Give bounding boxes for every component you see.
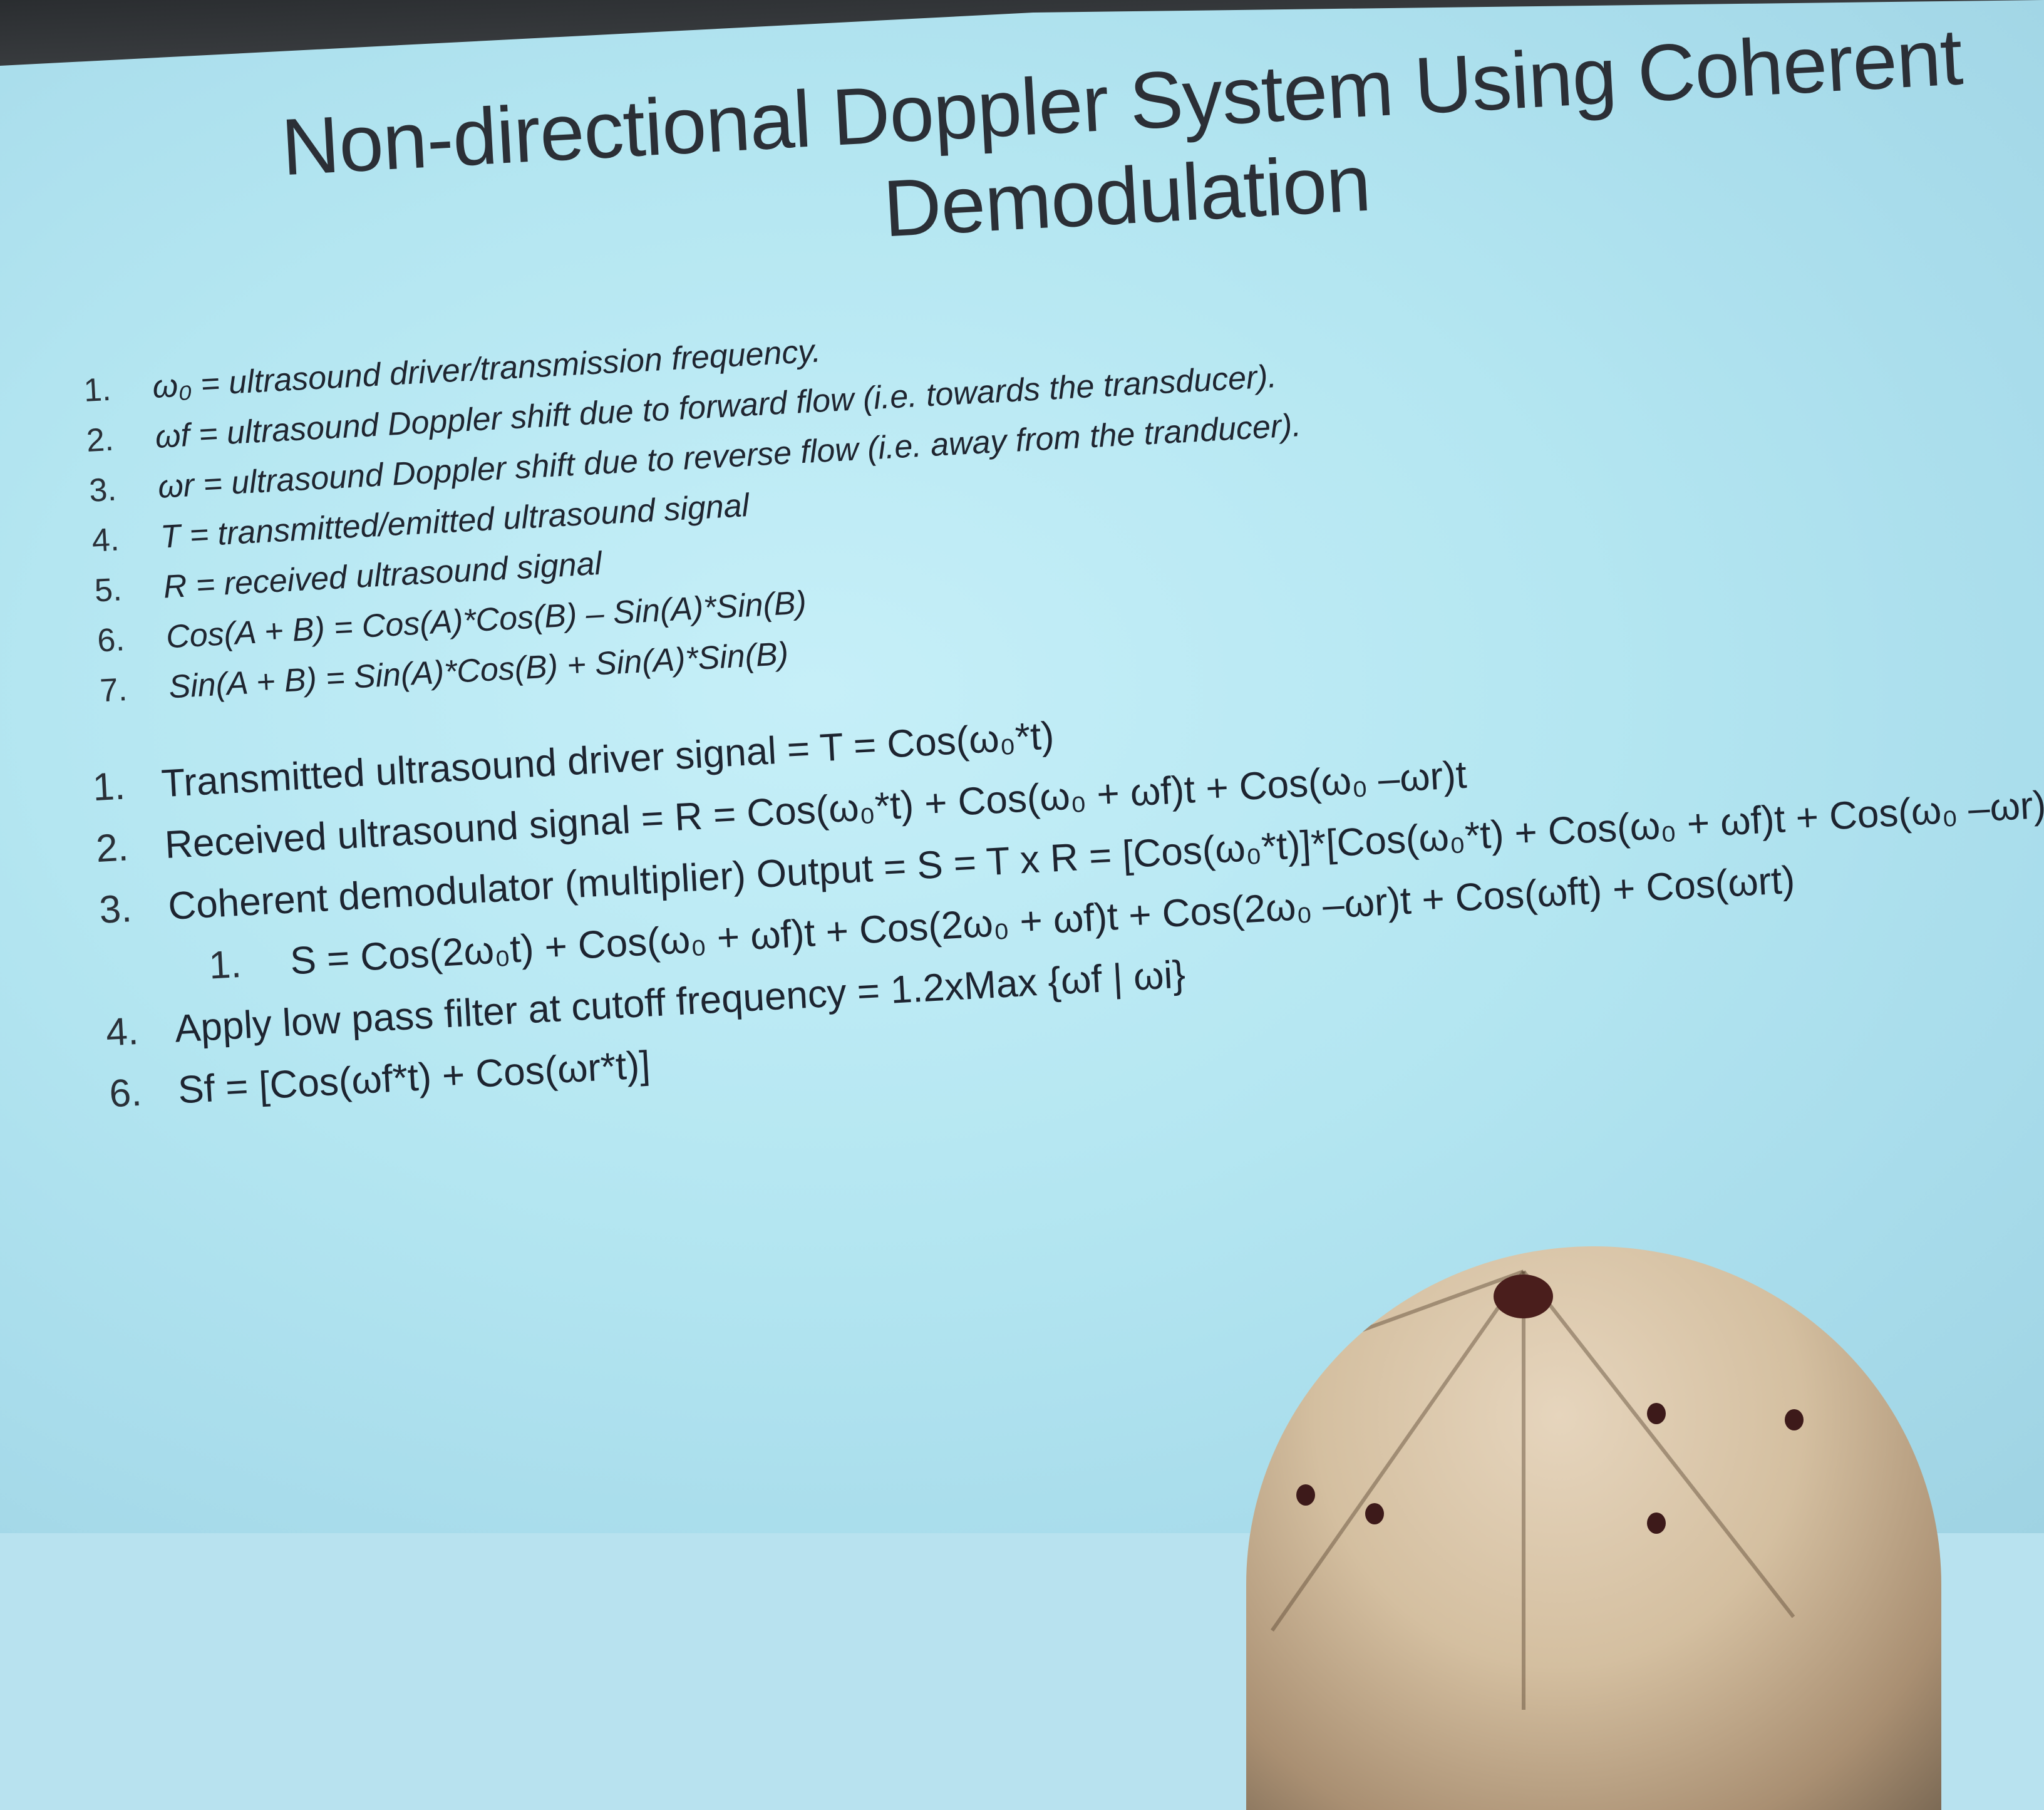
cap-eyelet bbox=[1647, 1513, 1666, 1534]
cap-button bbox=[1494, 1275, 1553, 1318]
slide-title: Non-directional Doppler System Using Coh… bbox=[212, 6, 2036, 292]
cap-eyelet bbox=[1785, 1409, 1804, 1430]
item-number: 4. bbox=[91, 521, 120, 559]
cap-eyelet bbox=[1296, 1484, 1315, 1506]
cap-eyelet bbox=[1647, 1403, 1666, 1424]
cap-seam bbox=[1522, 1270, 1795, 1618]
item-number: 6. bbox=[108, 1070, 143, 1116]
cap-eyelet bbox=[1365, 1503, 1384, 1524]
item-number: 2. bbox=[85, 421, 115, 459]
item-number: 1. bbox=[83, 371, 112, 410]
item-number: 1. bbox=[91, 764, 126, 810]
item-number: 7. bbox=[99, 671, 128, 710]
item-number: 3. bbox=[88, 471, 118, 509]
item-number: 5. bbox=[93, 571, 123, 609]
item-number: 4. bbox=[105, 1009, 140, 1055]
item-number: 1. bbox=[207, 942, 243, 988]
item-number: 2. bbox=[95, 825, 130, 871]
definitions-list: 1. ω₀ = ultrasound driver/transmission fr… bbox=[83, 281, 1665, 716]
cap-seam bbox=[1522, 1271, 1525, 1710]
steps-list: 1. Transmitted ultrasound driver signal =… bbox=[91, 649, 2044, 1125]
slide: Non-directional Doppler System Using Coh… bbox=[63, 0, 2044, 1376]
item-number: 6. bbox=[96, 621, 126, 659]
item-number: 3. bbox=[98, 887, 133, 932]
